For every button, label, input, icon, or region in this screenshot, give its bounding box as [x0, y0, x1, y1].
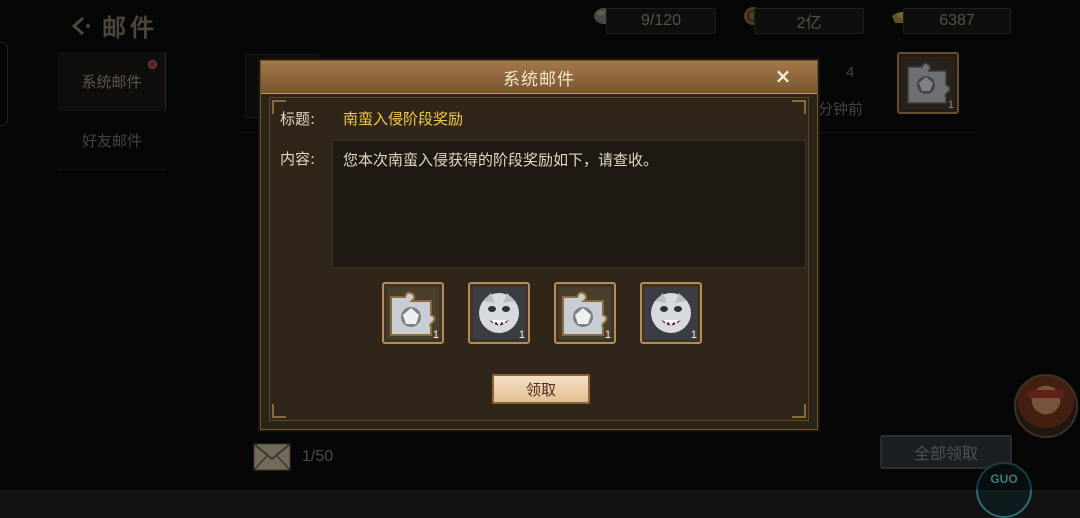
corner-ornament	[792, 100, 806, 114]
reward-slot[interactable]: 1	[382, 282, 444, 344]
corner-ornament	[272, 404, 286, 418]
claim-button[interactable]: 领取	[492, 374, 590, 404]
reward-count: 1	[604, 329, 611, 341]
reward-list: 1 1 1 1	[382, 282, 712, 346]
reward-slot[interactable]: 1	[640, 282, 702, 344]
reward-slot[interactable]: 1	[554, 282, 616, 344]
content-box: 您本次南蛮入侵获得的阶段奖励如下，请查收。	[332, 140, 806, 268]
corner-ornament	[792, 404, 806, 418]
reward-count: 1	[690, 329, 697, 341]
puzzle-fragment-icon	[387, 287, 439, 339]
close-icon[interactable]: ×	[771, 64, 795, 88]
reward-slot[interactable]: 1	[468, 282, 530, 344]
system-mail-dialog: 系统邮件 × 标题: 南蛮入侵阶段奖励 内容: 您本次南蛮入侵获得的阶段奖励如下…	[260, 60, 818, 430]
silver-beast-head-icon	[645, 287, 697, 339]
content-label: 内容:	[280, 150, 316, 168]
subject-label: 标题:	[280, 110, 316, 128]
dialog-header: 系统邮件 ×	[261, 61, 817, 94]
subject-value: 南蛮入侵阶段奖励	[343, 110, 464, 128]
silver-beast-head-icon	[473, 287, 525, 339]
content-text: 您本次南蛮入侵获得的阶段奖励如下，请查收。	[343, 151, 659, 169]
puzzle-fragment-icon	[559, 287, 611, 339]
reward-count: 1	[518, 329, 525, 341]
reward-count: 1	[432, 329, 439, 341]
dialog-body: 标题: 南蛮入侵阶段奖励 内容: 您本次南蛮入侵获得的阶段奖励如下，请查收。 1	[269, 97, 809, 421]
dialog-title: 系统邮件	[503, 70, 575, 90]
